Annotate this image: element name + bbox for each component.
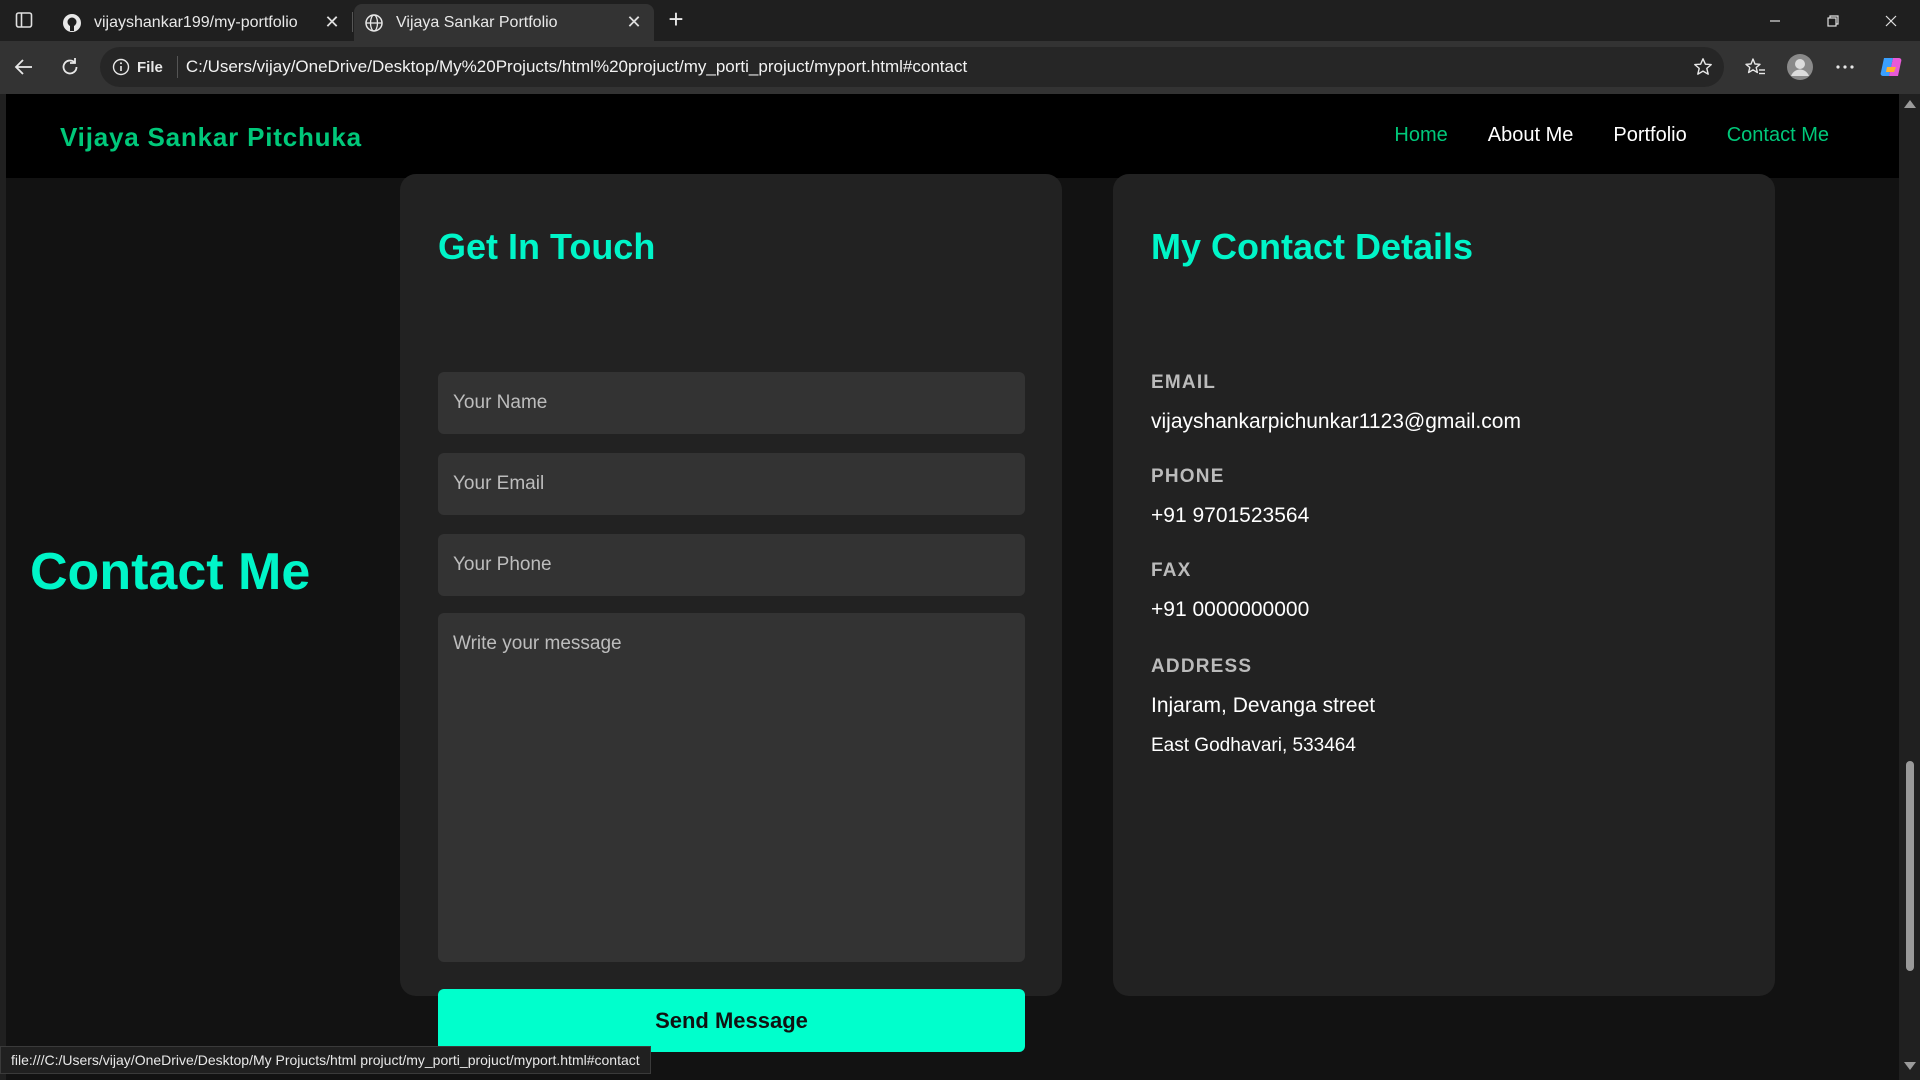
scrollbar-thumb[interactable] [1906, 761, 1914, 971]
browser-tab-bar: vijayshankar199/my-portfolio ✕ Vijaya Sa… [0, 0, 1920, 41]
github-icon [62, 13, 82, 33]
copilot-icon[interactable] [1877, 53, 1905, 81]
page-scrollbar[interactable] [1899, 94, 1920, 1080]
page-viewport: Vijaya Sankar Pitchuka Home About Me Por… [6, 94, 1899, 1080]
tab-actions-menu-icon[interactable] [14, 10, 34, 30]
tab-vijaya-portfolio[interactable]: Vijaya Sankar Portfolio ✕ [354, 4, 654, 41]
close-window-icon[interactable] [1862, 0, 1920, 41]
phone-label: PHONE [1151, 466, 1225, 487]
email-placeholder: Your Email [453, 473, 545, 494]
site-header: Vijaya Sankar Pitchuka Home About Me Por… [6, 94, 1899, 178]
details-title: My Contact Details [1151, 226, 1474, 267]
contact-details-card: My Contact Details EMAIL vijayshankarpic… [1113, 174, 1775, 996]
email-label: EMAIL [1151, 372, 1217, 393]
email-input[interactable]: Your Email [438, 453, 1025, 515]
tab-divider [352, 12, 353, 32]
address-label: ADDRESS [1151, 656, 1253, 677]
tab-github-portfolio[interactable]: vijayshankar199/my-portfolio ✕ [52, 4, 352, 41]
message-placeholder: Write your message [453, 633, 622, 654]
name-input[interactable]: Your Name [438, 372, 1025, 434]
close-icon[interactable]: ✕ [622, 11, 646, 35]
link-status-bar: file:///C:/Users/vijay/OneDrive/Desktop/… [0, 1046, 651, 1074]
globe-icon [364, 13, 384, 33]
back-arrow-icon[interactable] [10, 53, 38, 81]
address-line-1: Injaram, Devanga street [1151, 694, 1376, 717]
phone-value: +91 9701523564 [1151, 504, 1310, 527]
fax-value: +91 0000000000 [1151, 598, 1310, 621]
main-nav: Home About Me Portfolio Contact Me [1394, 124, 1829, 147]
more-options-icon[interactable] [1831, 53, 1859, 81]
address-divider [176, 56, 178, 78]
address-line-2: East Godhavari, 533464 [1151, 735, 1356, 756]
form-title: Get In Touch [438, 226, 656, 267]
nav-portfolio-link[interactable]: Portfolio [1613, 124, 1686, 147]
restore-icon[interactable] [1804, 0, 1862, 41]
fax-label: FAX [1151, 560, 1192, 581]
close-icon[interactable]: ✕ [320, 11, 344, 35]
phone-placeholder: Your Phone [453, 554, 552, 575]
contact-form-card: Get In Touch Your Name Your Email Your P… [400, 174, 1062, 1052]
scroll-up-arrow-icon[interactable] [1904, 100, 1916, 108]
address-url[interactable]: C:/Users/vijay/OneDrive/Desktop/My%20Pro… [186, 57, 967, 77]
section-heading: Contact Me [30, 543, 311, 601]
scroll-down-arrow-icon[interactable] [1904, 1062, 1916, 1070]
new-tab-plus-icon[interactable]: + [664, 6, 688, 32]
favorite-star-icon[interactable] [1692, 56, 1714, 78]
address-bar[interactable]: File C:/Users/vijay/OneDrive/Desktop/My%… [100, 47, 1724, 87]
nav-contact-link[interactable]: Contact Me [1727, 124, 1829, 147]
nav-home-link[interactable]: Home [1394, 124, 1447, 147]
nav-about-link[interactable]: About Me [1488, 124, 1574, 147]
brand-logo-text[interactable]: Vijaya Sankar Pitchuka [60, 122, 362, 153]
refresh-icon[interactable] [56, 53, 84, 81]
favorites-icon[interactable] [1741, 53, 1769, 81]
browser-toolbar: File C:/Users/vijay/OneDrive/Desktop/My%… [0, 41, 1920, 94]
tab-title: Vijaya Sankar Portfolio [396, 13, 558, 31]
address-scheme-label: File [137, 58, 163, 76]
message-textarea[interactable]: Write your message [438, 613, 1025, 962]
minimize-icon[interactable] [1746, 0, 1804, 41]
profile-avatar-icon[interactable] [1786, 53, 1814, 81]
name-placeholder: Your Name [453, 392, 548, 413]
phone-input[interactable]: Your Phone [438, 534, 1025, 596]
send-message-button[interactable]: Send Message [438, 989, 1025, 1052]
info-icon[interactable] [112, 58, 130, 76]
tab-title: vijayshankar199/my-portfolio [94, 13, 298, 31]
email-value: vijayshankarpichunkar1123@gmail.com [1151, 410, 1521, 433]
